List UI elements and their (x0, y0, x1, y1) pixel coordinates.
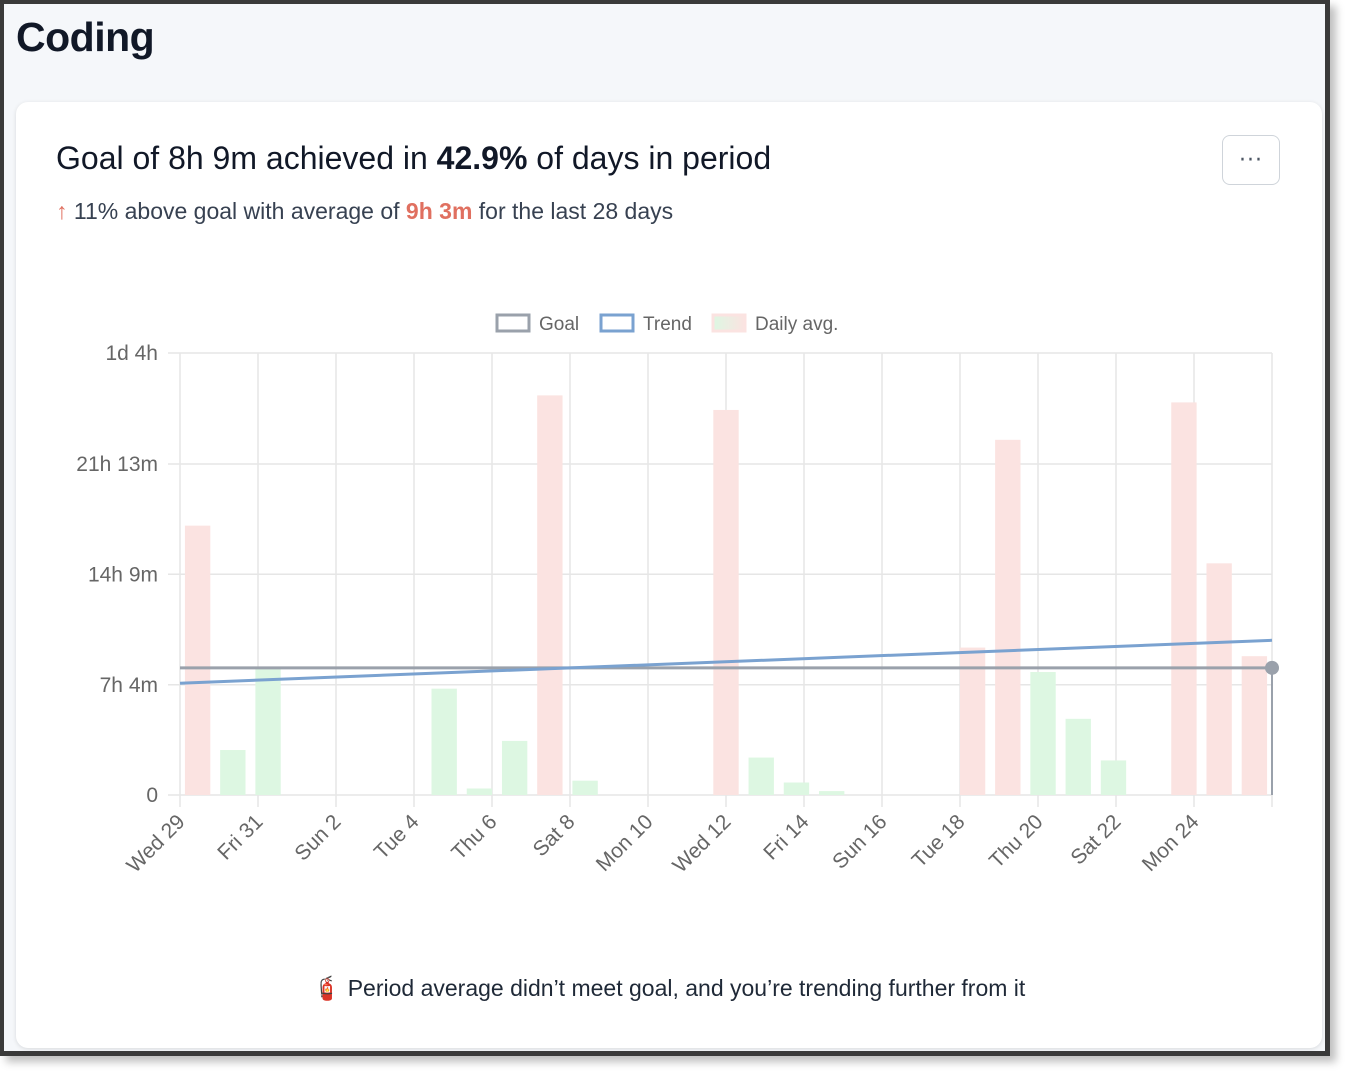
daily-bar (1171, 402, 1197, 795)
fire-extinguisher-icon: 🧯 (312, 975, 342, 1001)
daily-bar (959, 647, 986, 795)
daily-bar (783, 782, 810, 795)
x-tick-label: Wed 29 (122, 810, 189, 877)
daily-bar (537, 395, 563, 795)
x-tick-label: Thu 6 (447, 810, 501, 864)
daily-bar (748, 757, 774, 795)
daily-bar (1241, 656, 1268, 795)
legend-label: Goal (539, 314, 579, 335)
daily-bar (818, 791, 845, 795)
daily-bar (713, 409, 739, 795)
x-tick-label: Mon 10 (592, 810, 658, 876)
y-axis: 0 7h 4m 14h 9m 21h 13m 1d 4h (76, 342, 158, 807)
goal-chart: Goal Trend Daily avg. 0 7h 4m 14h 9m 21h 13m 1… (76, 313, 1279, 877)
x-tick-label: Sat 22 (1066, 810, 1125, 869)
x-tick-label: Sat 8 (529, 810, 580, 861)
y-tick-label: 1d 4h (105, 342, 158, 365)
x-tick-label: Tue 18 (908, 810, 970, 872)
daily-bar (572, 780, 598, 795)
daily-bar (995, 439, 1021, 795)
daily-bar (1030, 672, 1056, 795)
y-tick-label: 0 (146, 784, 158, 807)
legend-swatch (495, 313, 531, 333)
page-title: Coding (16, 14, 155, 60)
chart-bars (184, 395, 1268, 795)
daily-bar (501, 740, 528, 795)
daily-bar (220, 750, 246, 795)
x-tick-label: Sun 16 (828, 810, 891, 873)
x-tick-label: Wed 12 (668, 810, 735, 877)
y-tick-label: 7h 4m (100, 674, 158, 697)
x-tick-label: Mon 24 (1138, 810, 1204, 876)
x-tick-label: Fri 31 (213, 810, 267, 864)
daily-bar (255, 668, 281, 795)
daily-bar (1065, 718, 1091, 795)
daily-bar (1206, 563, 1232, 795)
footer-text: Period average didn’t meet goal, and you… (347, 975, 1026, 1001)
y-tick-label: 21h 13m (76, 453, 158, 476)
x-tick-label: Tue 4 (370, 810, 424, 864)
daily-bar (431, 688, 457, 795)
goal-marker-point (1265, 660, 1279, 675)
chart-legend: Goal Trend Daily avg. (495, 313, 838, 335)
legend-swatch (711, 313, 747, 333)
x-tick-label: Sun 2 (290, 810, 345, 865)
daily-bar (184, 525, 211, 795)
app-window: Coding Goal of 8h 9m achieved in 42.9% o… (0, 0, 1330, 1056)
goal-card: Goal of 8h 9m achieved in 42.9% of days … (16, 102, 1322, 1048)
y-tick-label: 14h 9m (88, 563, 158, 586)
footer-note: 🧯 Period average didn’t meet goal, and y… (16, 975, 1322, 1002)
legend-swatch (599, 313, 635, 333)
daily-bar (466, 788, 493, 795)
x-tick-label: Thu 20 (985, 810, 1048, 873)
legend-label: Daily avg. (755, 314, 838, 335)
daily-bar (1100, 760, 1127, 795)
x-axis: Wed 29 Fri 31 Sun 2 Tue 4 Thu 6 Sat 8 Mon 10 We… (122, 810, 1203, 877)
x-tick-label: Fri 14 (759, 810, 813, 864)
legend-label: Trend (643, 314, 692, 335)
